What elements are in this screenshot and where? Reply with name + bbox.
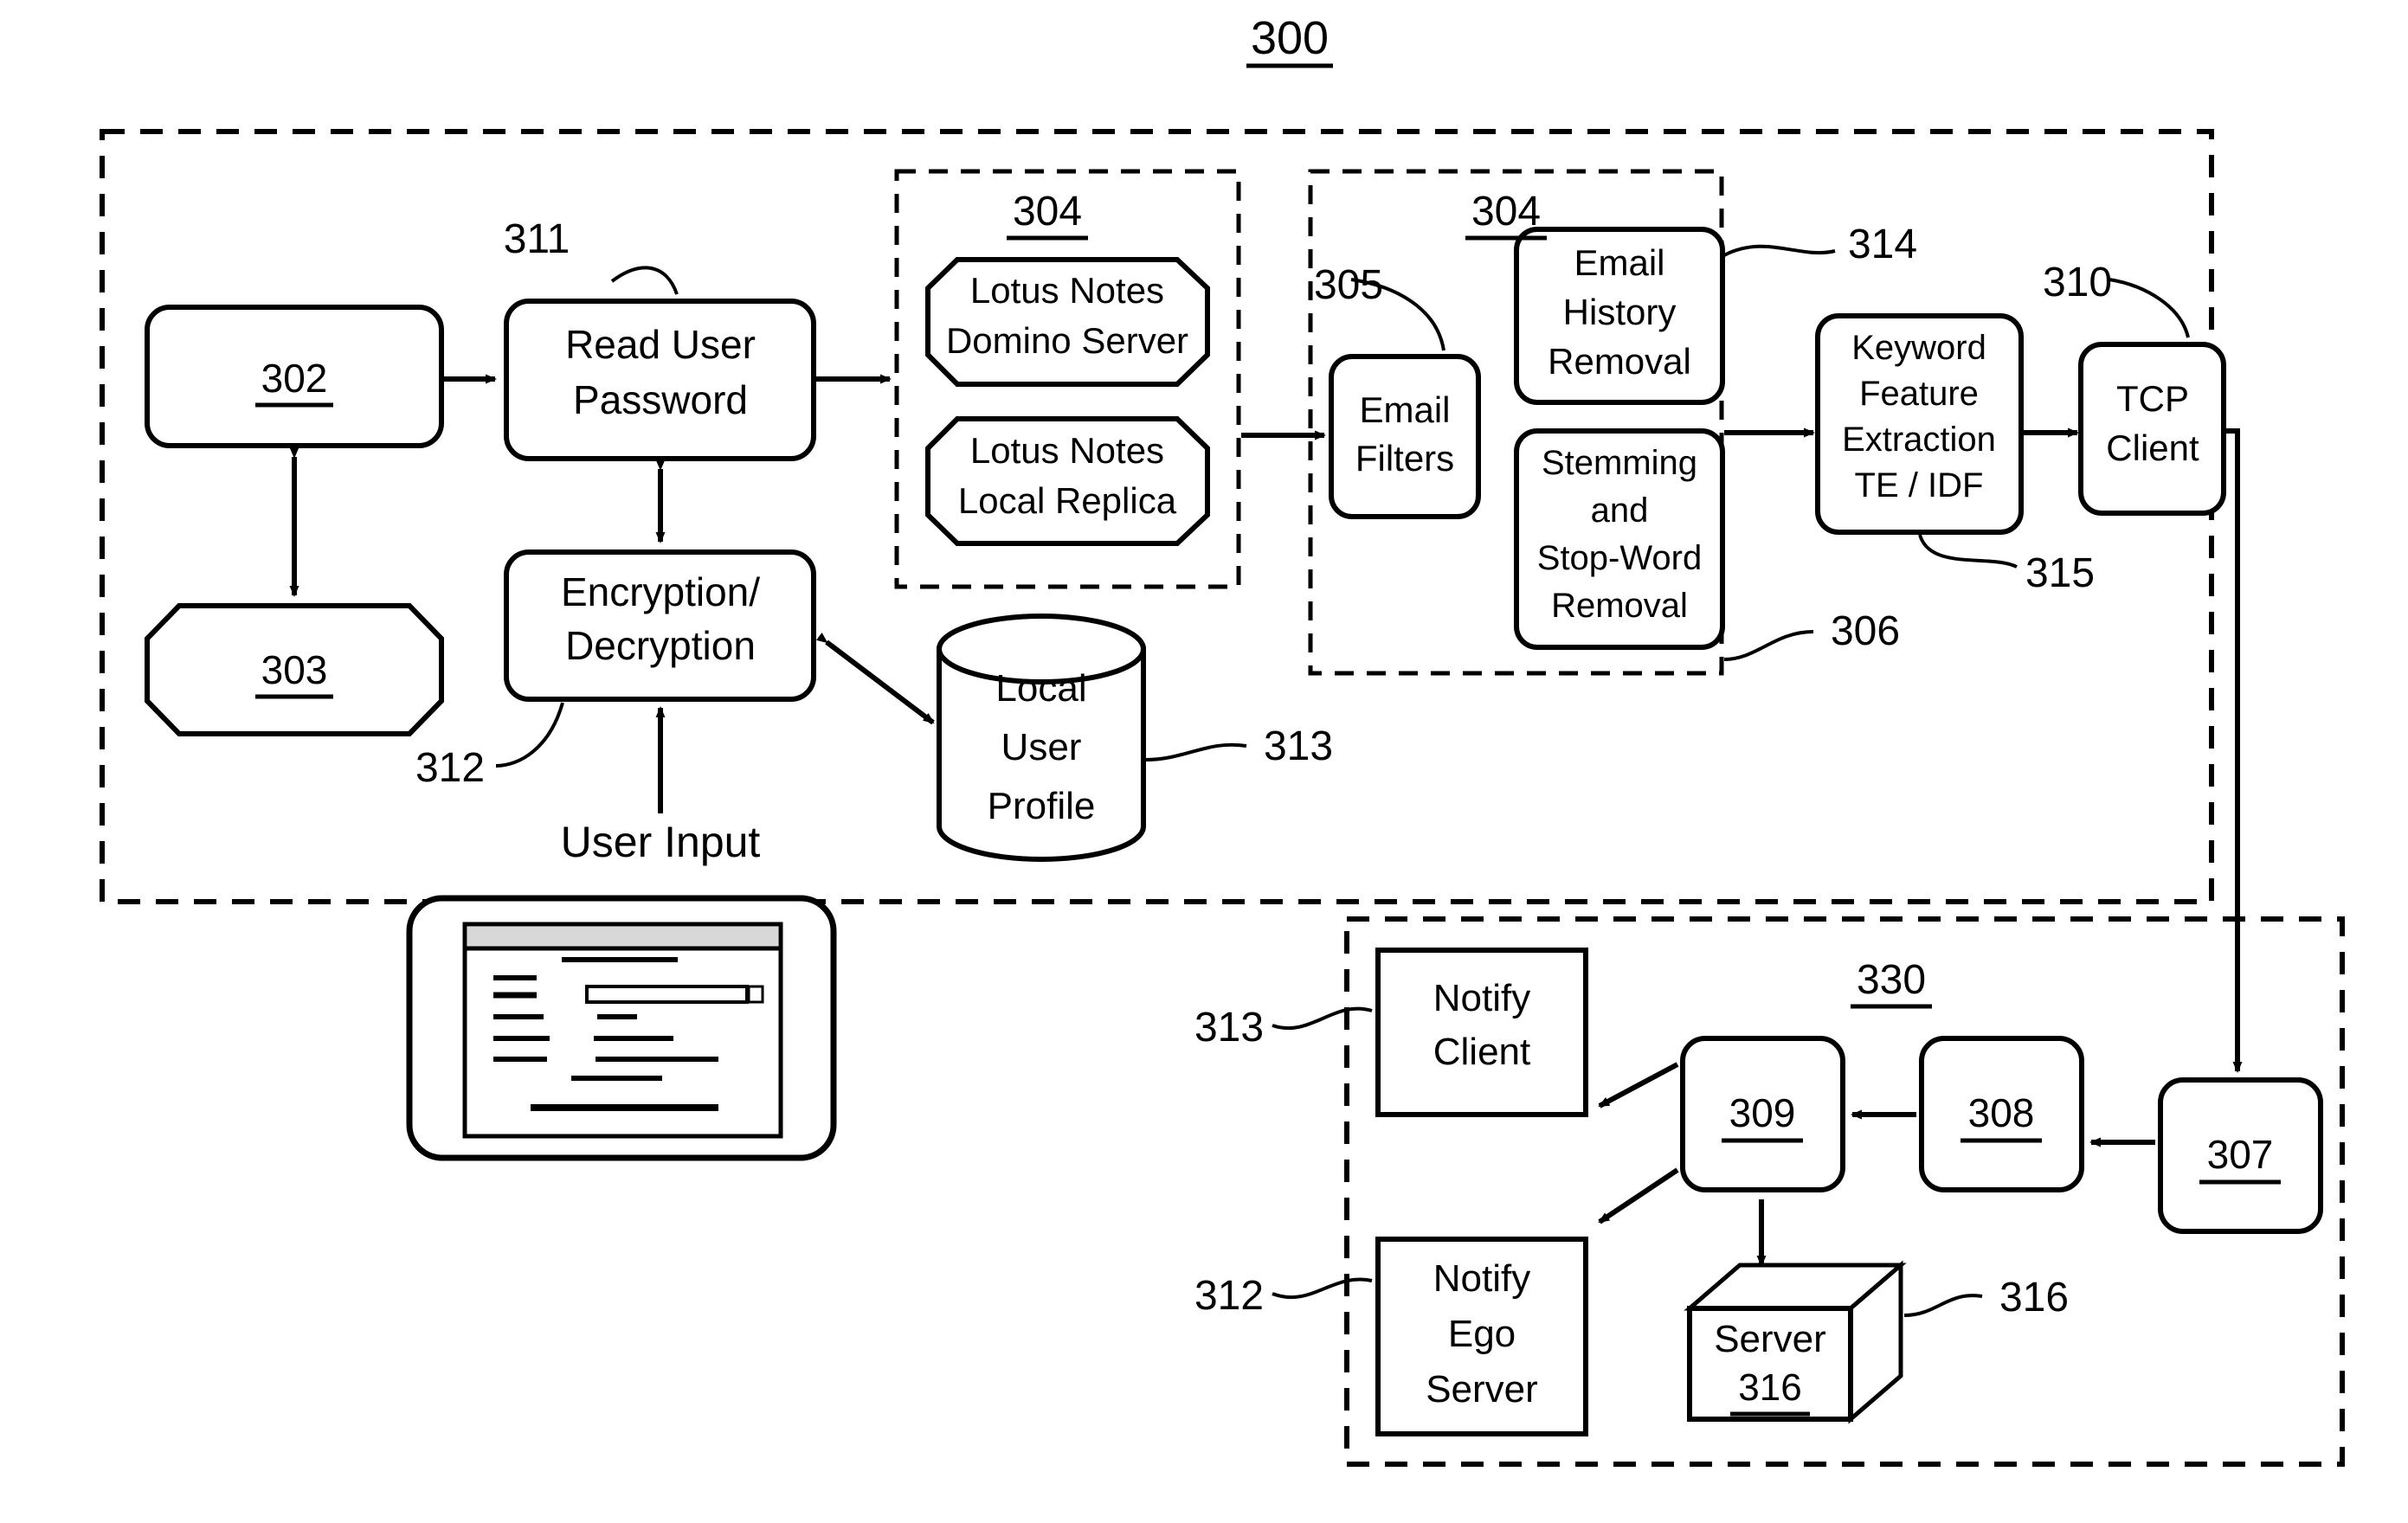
- device-input-field: [585, 985, 749, 1004]
- node-email-filters-line2: Filters: [1355, 438, 1454, 479]
- node-stemming-line2: and: [1591, 492, 1649, 530]
- node-tcp-client-line1: TCP: [2116, 378, 2189, 419]
- edge-309-notifyego: [1598, 1167, 1679, 1224]
- node-keyword-line3: Extraction: [1842, 421, 1996, 459]
- node-keyword-line2: Feature: [1859, 375, 1979, 413]
- device-input-field-button: [747, 985, 764, 1004]
- node-307-label: 307: [2207, 1132, 2274, 1177]
- patent-figure-canvas: 300 302 303 311 Read User Password Encry…: [0, 0, 2408, 1523]
- node-keyword-line1: Keyword: [1851, 329, 1986, 367]
- node-308-label: 308: [1968, 1090, 2035, 1135]
- group-notes-label: 304: [1013, 189, 1082, 235]
- device-screen-titlebar: [467, 927, 778, 948]
- node-keyword-line4: TE / IDF: [1855, 466, 1984, 504]
- node-309-label: 309: [1729, 1090, 1796, 1135]
- node-encryption-line2: Decryption: [565, 623, 756, 668]
- node-notify-ego-line2: Ego: [1448, 1313, 1516, 1355]
- node-302-label: 302: [261, 356, 328, 401]
- node-stemming-line3: Stop-Word: [1537, 539, 1702, 577]
- label-user-input: User Input: [561, 818, 761, 866]
- leader-313-profile: [1144, 742, 1247, 762]
- figure-number: 300: [1251, 12, 1329, 64]
- node-lotus-domino-line2: Domino Server: [946, 320, 1188, 361]
- leader-316: [1903, 1294, 1983, 1317]
- leader-306: [1723, 630, 1814, 661]
- leader-315: [1918, 534, 2018, 569]
- ref-315: 315: [2025, 550, 2095, 596]
- node-lotus-domino-line1: Lotus Notes: [970, 270, 1164, 311]
- ref-306: 306: [1831, 608, 1900, 654]
- node-stemming-line4: Removal: [1551, 587, 1688, 625]
- node-303-label: 303: [261, 647, 328, 692]
- node-local-user-profile-line2: User: [1001, 726, 1082, 768]
- ref-316: 316: [1999, 1275, 2069, 1321]
- group-email-label: 304: [1471, 189, 1541, 235]
- node-email-history-line3: Removal: [1548, 341, 1691, 382]
- leader-311: [610, 266, 679, 295]
- ref-313-notify: 313: [1194, 1005, 1264, 1051]
- node-email-filters-shape: [1329, 354, 1481, 519]
- ref-311: 311: [504, 216, 570, 262]
- node-email-filters-line1: Email: [1359, 389, 1450, 430]
- leader-314: [1723, 244, 1836, 257]
- node-read-user-password-line2: Password: [573, 377, 748, 422]
- leader-313-notify: [1272, 1006, 1373, 1031]
- leader-312-client: [495, 702, 564, 768]
- ref-313-profile: 313: [1264, 723, 1333, 769]
- node-notify-client-line2: Client: [1433, 1031, 1531, 1073]
- node-read-user-password-line1: Read User: [565, 322, 756, 367]
- edge-tcp-to-307: [2224, 428, 2243, 1073]
- node-email-history-line2: History: [1563, 292, 1677, 332]
- node-notify-client-line1: Notify: [1433, 977, 1530, 1019]
- node-server316-line2: 316: [1738, 1366, 1801, 1409]
- node-notify-ego-line1: Notify: [1433, 1257, 1530, 1300]
- ref-305: 305: [1314, 262, 1383, 308]
- edge-309-notifyclient: [1598, 1062, 1679, 1109]
- leader-310: [2109, 278, 2190, 338]
- node-local-user-profile-line1: Local: [995, 667, 1086, 710]
- node-stemming-line1: Stemming: [1542, 444, 1697, 482]
- node-encryption-line1: Encryption/: [561, 569, 760, 614]
- edge-encryption-profile: [815, 632, 935, 725]
- node-tcp-client-line2: Client: [2106, 427, 2199, 468]
- node-local-user-profile-line3: Profile: [988, 785, 1096, 827]
- leader-312-notify: [1272, 1277, 1373, 1300]
- ref-312-client: 312: [415, 745, 485, 791]
- group-server-label: 330: [1857, 957, 1926, 1003]
- diagram-svg: 300 302 303 311 Read User Password Encry…: [100, 12, 2345, 1467]
- node-lotus-replica-line2: Local Replica: [958, 480, 1177, 521]
- node-server316-line1: Server: [1714, 1318, 1826, 1360]
- node-email-history-line1: Email: [1574, 242, 1664, 283]
- ref-310: 310: [2043, 260, 2112, 305]
- node-notify-ego-line3: Server: [1426, 1368, 1538, 1411]
- ref-314: 314: [1848, 222, 1917, 267]
- node-lotus-replica-line1: Lotus Notes: [970, 430, 1164, 471]
- ref-312-notify: 312: [1194, 1273, 1264, 1319]
